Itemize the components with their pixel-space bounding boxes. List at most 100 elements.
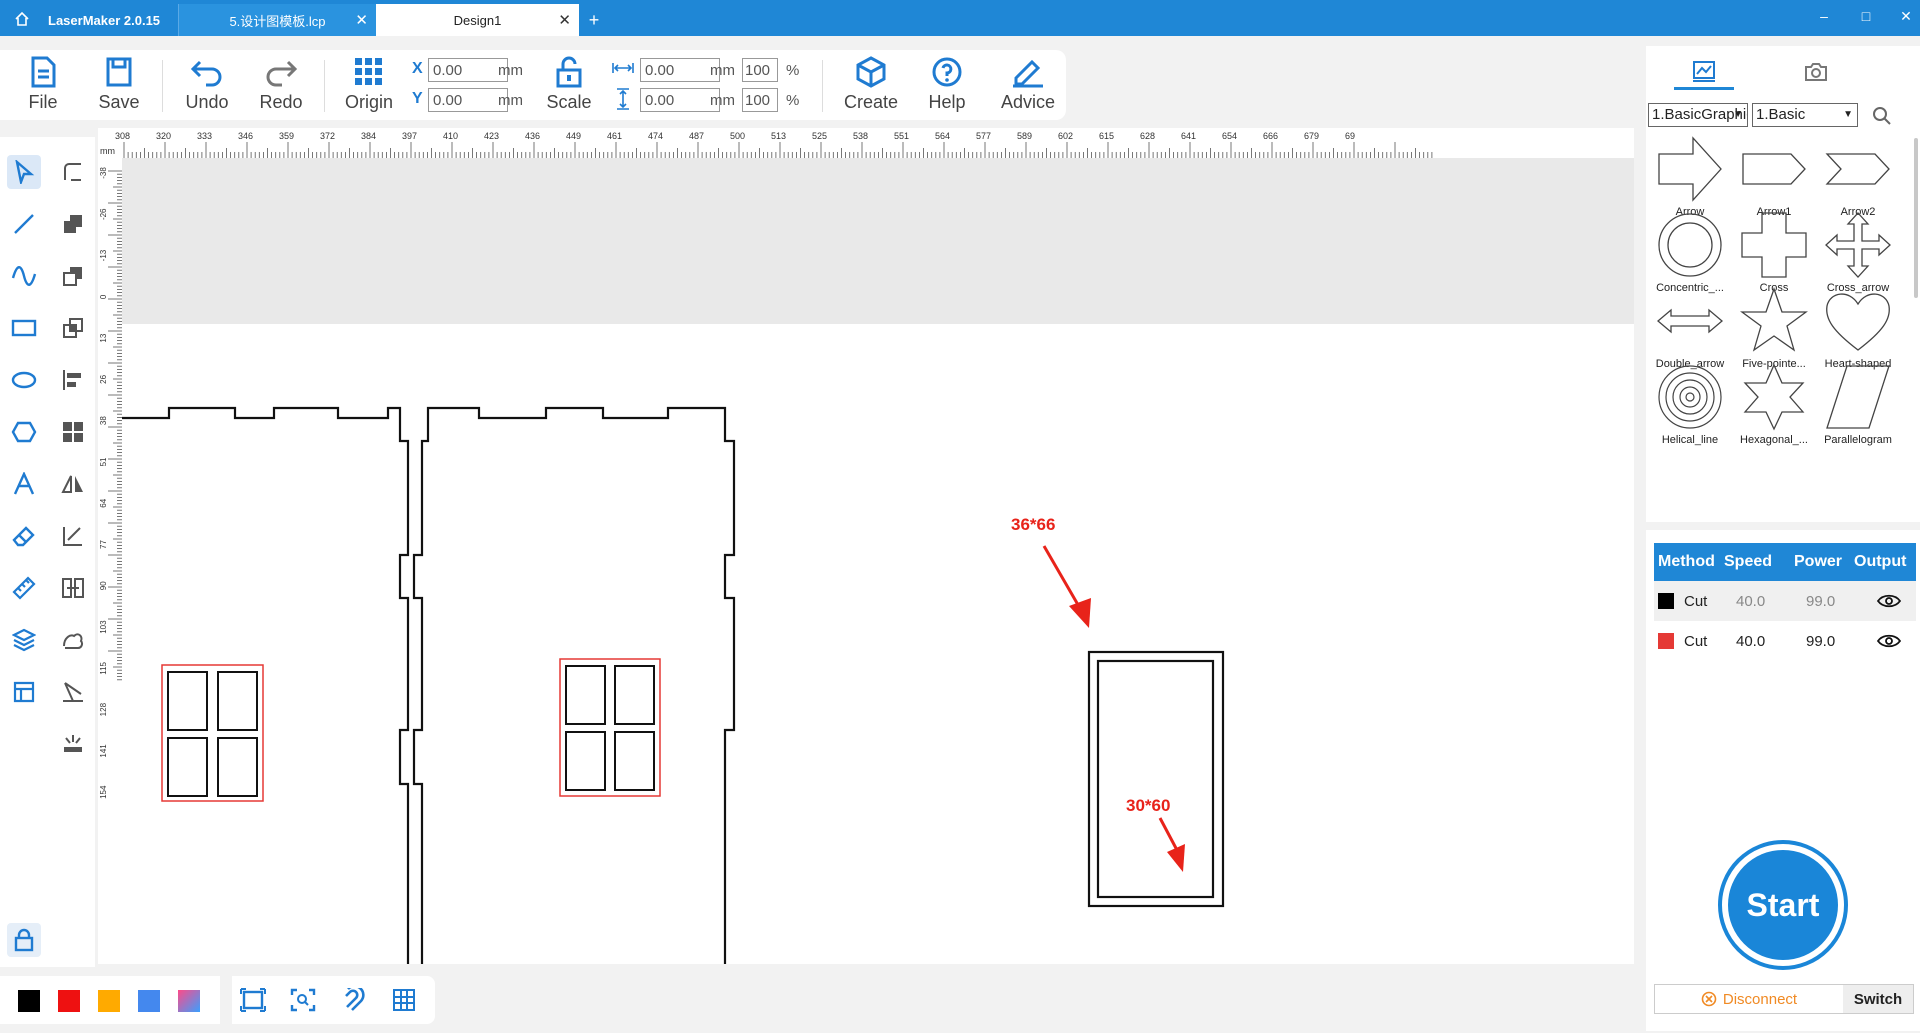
arrange-tool[interactable] (56, 415, 90, 449)
close-window-button[interactable]: ✕ (1896, 8, 1916, 28)
color-swatch-orange[interactable] (98, 990, 120, 1012)
hexagon-icon (11, 421, 37, 443)
subtract-tool[interactable] (56, 259, 90, 293)
disconnect-button[interactable]: Disconnect (1655, 985, 1843, 1013)
eraser-tool[interactable] (7, 519, 41, 553)
ruler-tick-label: 551 (894, 131, 909, 141)
rectangle-tool[interactable] (7, 311, 41, 345)
redo-button[interactable]: Redo (246, 56, 316, 118)
start-button[interactable]: Start (1718, 840, 1848, 970)
layer-row-black[interactable]: Cut 40.0 99.0 (1654, 581, 1916, 621)
align-tool[interactable] (56, 363, 90, 397)
ruler-tick-label: 51 (99, 457, 108, 466)
color-swatch-red[interactable] (58, 990, 80, 1012)
width-input[interactable] (640, 58, 720, 82)
minimize-button[interactable]: – (1814, 8, 1834, 28)
y-position-input[interactable] (428, 88, 508, 112)
redo-label: Redo (259, 92, 303, 112)
tab-template-file[interactable]: 5.设计图模板.lcp ✕ (178, 4, 376, 36)
laser-tool[interactable] (56, 727, 90, 761)
draw-edit-tool[interactable] (56, 519, 90, 553)
library-scrollbar[interactable] (1914, 138, 1918, 298)
color-swatch-gradient[interactable] (178, 990, 200, 1012)
tab-shape-library[interactable] (1674, 54, 1734, 90)
maximize-button[interactable]: □ (1856, 8, 1876, 28)
shape-label: Hexagonal_... (1740, 434, 1808, 446)
width-percent-input[interactable] (742, 58, 778, 82)
file-button[interactable]: File (8, 56, 78, 118)
save-button[interactable]: Save (84, 56, 154, 118)
height-percent-sign: % (786, 92, 800, 109)
ruler-tick-label: -13 (99, 249, 108, 261)
ruler-icon (12, 576, 36, 600)
subcategory-select[interactable]: 1.Basic ▼ (1752, 103, 1858, 127)
layer-row-red[interactable]: Cut 40.0 99.0 (1654, 621, 1916, 661)
tab-camera[interactable] (1786, 54, 1846, 90)
eye-icon[interactable] (1876, 593, 1902, 609)
layer-color-swatch[interactable] (1658, 633, 1674, 649)
switch-button[interactable]: Switch (1843, 985, 1913, 1013)
layer-color-swatch[interactable] (1658, 593, 1674, 609)
line-tool[interactable] (7, 207, 41, 241)
zoom-selection-icon[interactable] (290, 988, 316, 1012)
ellipse-tool[interactable] (7, 363, 41, 397)
ruler-tick-label: 69 (1345, 131, 1355, 141)
intersect-tool[interactable] (56, 311, 90, 345)
eye-icon[interactable] (1876, 633, 1902, 649)
cube-icon (856, 56, 886, 88)
ruler-tick-label: 397 (402, 131, 417, 141)
ruler-tick-label: 449 (566, 131, 581, 141)
compass-draw-icon (63, 682, 83, 702)
category-select[interactable]: 1.BasicGraphics▼ (1648, 103, 1748, 127)
x-position-input[interactable] (428, 58, 508, 82)
measure-tool[interactable] (7, 571, 41, 605)
split-icon (62, 578, 84, 598)
layers-tool[interactable] (7, 623, 41, 657)
ruler-tick-label: 474 (648, 131, 663, 141)
create-button[interactable]: Create (835, 56, 907, 118)
ruler-tick-label: 64 (99, 498, 108, 507)
search-icon[interactable] (1872, 106, 1892, 126)
height-percent-input[interactable] (742, 88, 778, 112)
color-swatch-blue[interactable] (138, 990, 160, 1012)
shape-helical-line[interactable]: Helical_line (1648, 362, 1732, 456)
color-swatch-black[interactable] (18, 990, 40, 1012)
scale-lock-button[interactable]: Scale (534, 56, 604, 118)
height-icon (617, 88, 629, 110)
camera-icon (1805, 63, 1827, 81)
split-tool[interactable] (56, 571, 90, 605)
node-edit-tool[interactable] (56, 155, 90, 189)
pentagon-arrow-icon (1742, 153, 1806, 185)
mirror-tool[interactable] (56, 467, 90, 501)
tab-home[interactable]: LaserMaker 2.0.15 (0, 4, 178, 36)
add-tab-button[interactable]: + (584, 4, 604, 36)
advice-button[interactable]: Advice (990, 56, 1066, 118)
union-tool[interactable] (56, 207, 90, 241)
design-canvas[interactable]: 308 320 333 346 359 372 384 397 410 423 436 449 461 4… (98, 128, 1634, 964)
y-unit: mm (498, 92, 523, 109)
shape-parallelogram[interactable]: Parallelogram (1816, 362, 1900, 456)
ruler-tick-label: 525 (812, 131, 827, 141)
title-bar: LaserMaker 2.0.15 5.设计图模板.lcp ✕ Design1 … (0, 0, 1920, 36)
template-tool[interactable] (7, 675, 41, 709)
origin-button[interactable]: Origin (334, 56, 404, 118)
layer-power: 99.0 (1806, 632, 1836, 650)
help-button[interactable]: Help (912, 56, 982, 118)
grid-toggle-icon[interactable] (392, 988, 416, 1012)
tab-design1[interactable]: Design1 ✕ (376, 4, 579, 36)
close-tab-icon[interactable]: ✕ (355, 11, 368, 29)
undo-button[interactable]: Undo (172, 56, 242, 118)
snap-magnet-icon[interactable] (342, 988, 366, 1012)
shape-library-tool[interactable] (56, 623, 90, 657)
select-tool[interactable] (7, 155, 41, 189)
close-tab-icon[interactable]: ✕ (558, 11, 571, 29)
path-tool[interactable] (56, 675, 90, 709)
height-input[interactable] (640, 88, 720, 112)
curve-tool[interactable] (7, 259, 41, 293)
lock-tool[interactable] (7, 923, 41, 957)
ruler-tick-label: 538 (853, 131, 868, 141)
fit-frame-icon[interactable] (240, 988, 266, 1012)
polygon-tool[interactable] (7, 415, 41, 449)
text-tool[interactable] (7, 467, 41, 501)
shape-hexagonal-star[interactable]: Hexagonal_... (1732, 362, 1816, 456)
